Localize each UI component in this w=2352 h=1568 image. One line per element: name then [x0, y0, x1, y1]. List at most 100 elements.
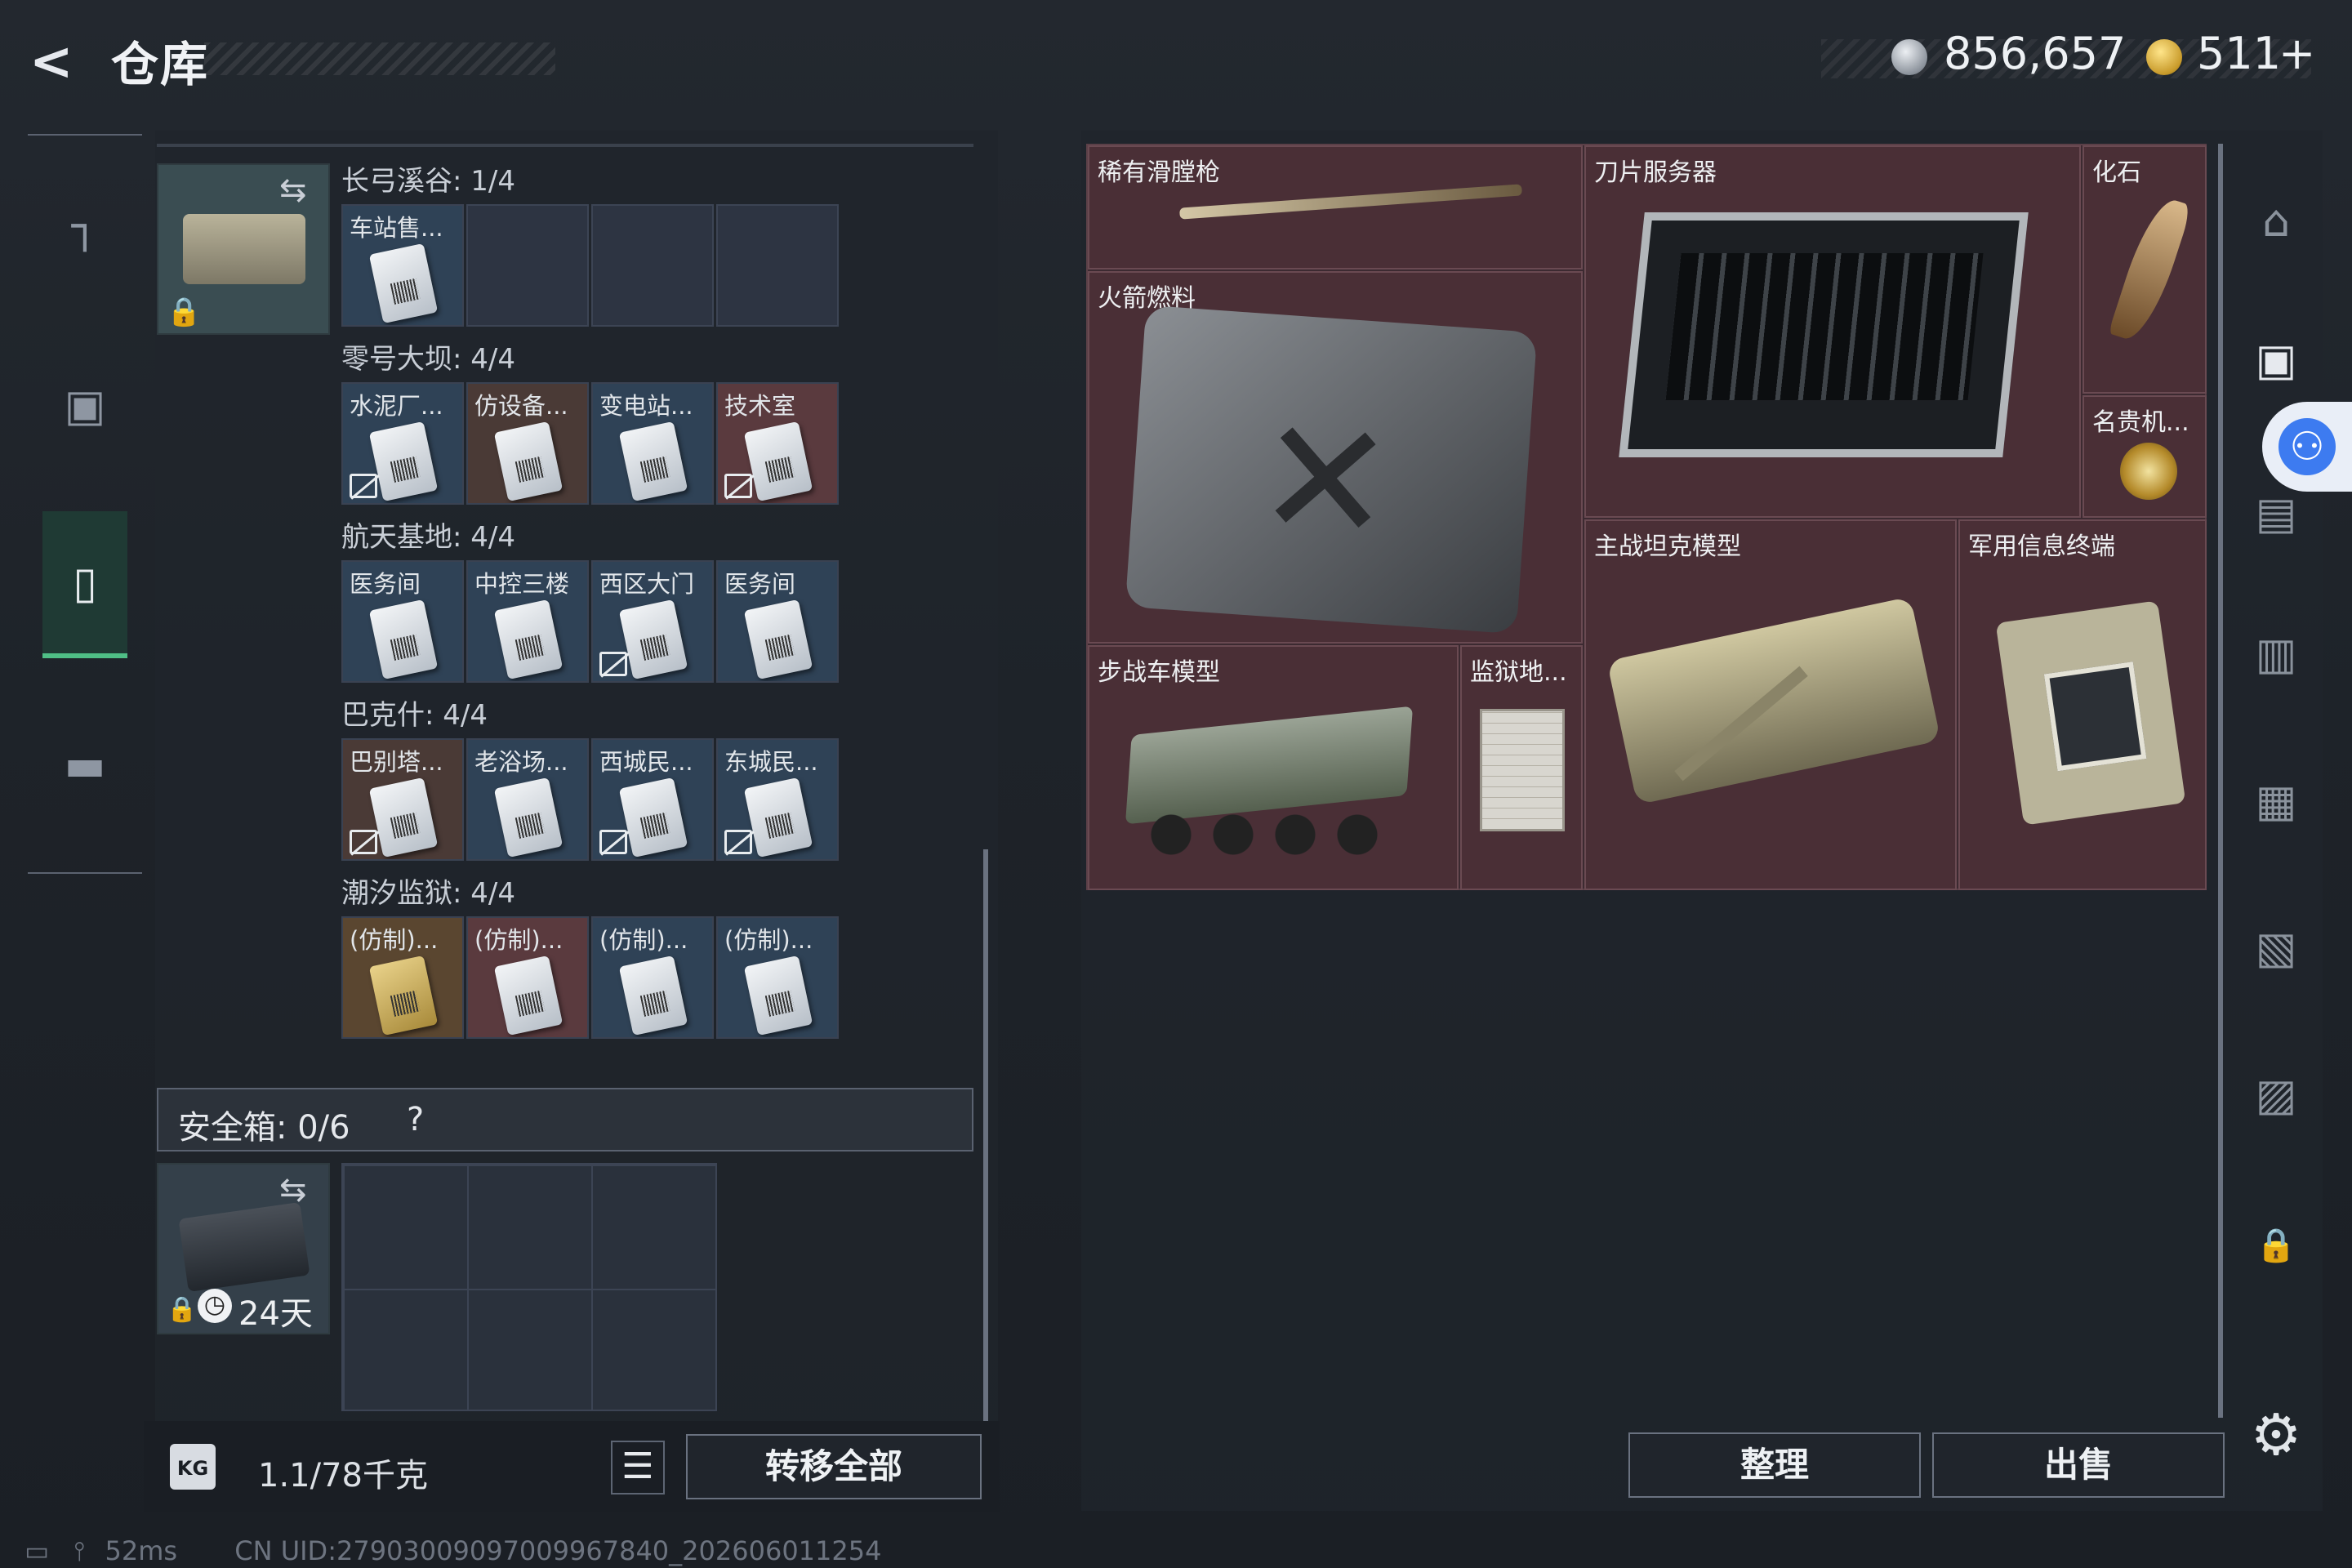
terminal-case-icon	[1995, 600, 2186, 826]
stash-tab-iii-vehicle-icon[interactable]: ▥	[2239, 617, 2313, 691]
backpack-icon: ▣	[64, 379, 106, 431]
no-insure-icon	[599, 652, 627, 676]
stash-scrollbar[interactable]	[2218, 144, 2223, 1418]
stash-item[interactable]: 火箭燃料 ✕	[1088, 271, 1583, 644]
transfer-all-button[interactable]: 转移全部	[686, 1434, 982, 1499]
musket-icon	[1179, 184, 1522, 220]
back-arrow-icon[interactable]: <	[29, 36, 82, 88]
sort-button[interactable]: 整理	[1628, 1432, 1921, 1498]
item-label: 步战车模型	[1098, 658, 1220, 687]
ping-text: 52ms	[105, 1535, 178, 1566]
currency-gold-value: 511	[2197, 28, 2282, 79]
keycard-icon	[743, 777, 813, 858]
prison-map-icon	[1480, 709, 1565, 831]
wifi-icon: ⫯	[74, 1535, 86, 1566]
keycard-slot[interactable]: 西城民...	[591, 738, 714, 861]
keycard-slot[interactable]: (仿制)...	[591, 916, 714, 1039]
safe-box-grid[interactable]	[341, 1163, 717, 1411]
key-case-thumbnail[interactable]: ⇆ 🔒	[157, 163, 330, 335]
stash-tab-iv-case-icon[interactable]: ▨	[2239, 1058, 2313, 1132]
help-icon[interactable]: ?	[407, 1101, 424, 1138]
keycard-label: (仿制)...	[350, 926, 439, 954]
keycard-slot[interactable]: 老浴场...	[466, 738, 589, 861]
accessibility-icon: ⚇	[2278, 418, 2336, 475]
stash-item[interactable]: 名贵机...	[2082, 395, 2207, 518]
safe-box-thumbnail[interactable]: ⇆ 🔒 ◷ 24天	[157, 1163, 330, 1334]
no-insure-icon	[350, 474, 377, 498]
keycard-label: 医务间	[724, 570, 796, 598]
stash-item[interactable]: 主战坦克模型	[1584, 519, 1957, 890]
tab-weapons[interactable]: ┐	[42, 152, 127, 299]
group-title: 潮汐监狱: 4/4	[341, 877, 515, 910]
keycard-label: 技术室	[724, 392, 796, 420]
tab-misc[interactable]: ▬	[42, 691, 127, 838]
list-view-button[interactable]: ☰	[611, 1441, 665, 1494]
keycard-icon	[743, 955, 813, 1036]
empty-slot[interactable]	[591, 204, 714, 327]
keycard-slot[interactable]: 西区大门	[591, 560, 714, 683]
lock-icon: 🔒	[167, 1295, 198, 1324]
keycard-icon	[743, 421, 813, 502]
add-currency-button[interactable]: +	[2278, 28, 2315, 79]
empty-slot[interactable]	[716, 204, 839, 327]
stash-tab-iv-folder-icon[interactable]: ▧	[2239, 911, 2313, 985]
stash-tab-iv-camera-icon[interactable]: ▣	[2239, 323, 2313, 397]
item-label: 稀有滑膛枪	[1098, 158, 1220, 187]
lock-icon: 🔒	[2256, 1227, 2296, 1264]
empty-slot[interactable]	[466, 204, 589, 327]
stash-tab-main-icon[interactable]: ⌂	[2239, 185, 2313, 258]
keycard-label: (仿制)...	[474, 926, 564, 954]
keycard-slot[interactable]: (仿制)...	[341, 916, 464, 1039]
terminal-screen	[2043, 662, 2147, 772]
keycard-icon	[368, 955, 439, 1036]
keycard-label: 中控三楼	[474, 570, 570, 598]
keycard-slot[interactable]: 医务间	[716, 560, 839, 683]
keycard-label: (仿制)...	[599, 926, 688, 954]
tab-keys[interactable]: ▯	[42, 511, 127, 658]
item-label: 名贵机...	[2092, 408, 2189, 437]
stash-item[interactable]: 军用信息终端	[1958, 519, 2207, 890]
keycard-slot[interactable]: 巴别塔...	[341, 738, 464, 861]
stash-grid: 稀有滑膛枪 刀片服务器 化石 火箭燃料 ✕ 名贵机... 主战坦克模型 军用信息…	[1086, 144, 2207, 890]
keycard-slot[interactable]: 水泥厂...	[341, 382, 464, 505]
stash-item[interactable]: 化石	[2082, 145, 2207, 394]
battery-icon: ▭	[24, 1535, 50, 1566]
stash-tab-iv-medical-icon[interactable]: ▦	[2239, 764, 2313, 838]
keycard-slot[interactable]: 东城民...	[716, 738, 839, 861]
stash-item[interactable]: 稀有滑膛枪	[1088, 145, 1583, 270]
keycard-label: 医务间	[350, 570, 421, 598]
keycard-icon	[618, 421, 688, 502]
settings-gear-icon[interactable]: ⚙	[2246, 1405, 2306, 1465]
safe-box-image	[178, 1202, 310, 1292]
clock-icon: ◷	[198, 1289, 232, 1323]
tab-gear[interactable]: ▣	[42, 332, 127, 479]
keycard-icon	[368, 777, 439, 858]
weight-text: 1.1/78千克	[258, 1457, 428, 1494]
stash-item[interactable]: 监狱地...	[1460, 645, 1583, 890]
keycard-slot[interactable]: 仿设备...	[466, 382, 589, 505]
group-title: 长弓溪谷: 1/4	[341, 165, 515, 198]
fuel-can-icon: ✕	[1125, 305, 1538, 635]
keycard-slot[interactable]: (仿制)...	[466, 916, 589, 1039]
keycard-slot[interactable]: 医务间	[341, 560, 464, 683]
stash-tab-iii-icon[interactable]: ▤	[2239, 477, 2313, 550]
keycard-slot[interactable]: 技术室	[716, 382, 839, 505]
keycard-label: 西城民...	[599, 748, 693, 776]
briefcase-icon: ▬	[64, 738, 106, 791]
stash-item[interactable]: 步战车模型	[1088, 645, 1459, 890]
fossil-claw-icon	[2108, 193, 2193, 346]
swap-icon[interactable]: ⇆	[279, 172, 307, 209]
stash-item[interactable]: 刀片服务器	[1584, 145, 2081, 518]
keycard-slot[interactable]: 中控三楼	[466, 560, 589, 683]
sell-button[interactable]: 出售	[1932, 1432, 2225, 1498]
keycard-label: 西区大门	[599, 570, 695, 598]
keycard-label: 水泥厂...	[350, 392, 443, 420]
keycard-slot[interactable]: (仿制)...	[716, 916, 839, 1039]
safe-box-bar: 安全箱: 0/6 ?	[157, 1088, 973, 1152]
swap-icon[interactable]: ⇆	[279, 1171, 307, 1209]
keycard-slot[interactable]: 变电站...	[591, 382, 714, 505]
left-scrollbar[interactable]	[983, 849, 988, 1421]
keycard-slot[interactable]: 车站售...	[341, 204, 464, 327]
group-title: 零号大坝: 4/4	[341, 343, 515, 376]
silver-coin-icon	[1891, 39, 1927, 75]
